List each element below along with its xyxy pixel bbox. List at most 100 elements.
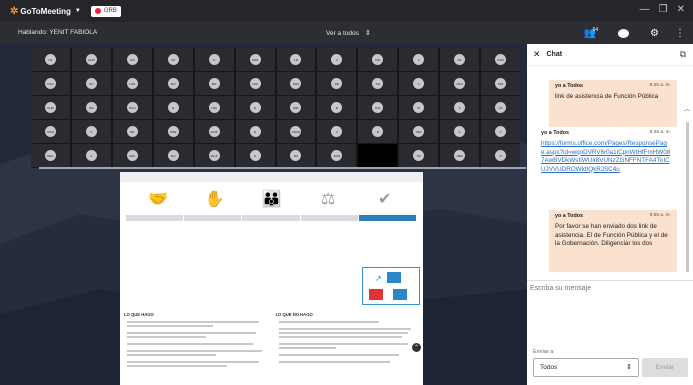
participant-tile[interactable]: F — [399, 48, 439, 71]
close-icon[interactable]: ✕ — [677, 4, 685, 15]
more-options-button[interactable]: ⋮ — [675, 28, 685, 39]
participant-tile[interactable]: DHH — [276, 72, 316, 95]
popout-icon[interactable]: ⧉ — [680, 49, 686, 60]
participant-tile[interactable]: XDCH — [276, 120, 316, 143]
attendees-button[interactable]: 👥 64 — [584, 27, 599, 39]
participant-tile[interactable]: MD — [194, 72, 234, 95]
grid-divider — [39, 167, 526, 169]
participant-tile[interactable]: DE — [317, 72, 357, 95]
participant-tile[interactable]: C — [317, 120, 357, 143]
participant-tile[interactable]: DRV — [399, 120, 439, 143]
participant-tile[interactable]: A — [71, 144, 111, 167]
participant-tile[interactable]: PGH — [112, 96, 152, 119]
participant-tile[interactable]: DRL — [112, 144, 152, 167]
participant-tile[interactable]: G — [235, 144, 275, 167]
participant-tile[interactable]: LRG — [112, 72, 152, 95]
participant-avatar: VD — [167, 54, 179, 65]
team-icon: 👪 — [261, 191, 282, 208]
participant-tile[interactable]: D — [358, 120, 398, 143]
participant-tile[interactable]: GN — [112, 48, 152, 71]
participant-tile[interactable]: LRC — [235, 72, 275, 95]
participant-tile[interactable]: G — [194, 48, 234, 71]
participant-tile[interactable]: LR — [481, 96, 521, 119]
chevron-up-icon[interactable]: ︿ — [684, 104, 690, 113]
participant-tile[interactable]: SH — [358, 72, 398, 95]
send-to-select[interactable]: Todos ⇕ — [533, 358, 639, 377]
participant-tile[interactable]: S — [440, 96, 480, 119]
arrow-icon: ↗ — [375, 274, 382, 283]
view-all-selector[interactable]: Ver a todos ⇕ — [326, 29, 371, 37]
participant-tile[interactable]: HRL — [276, 96, 316, 119]
message-input[interactable] — [527, 281, 687, 331]
participant-tile[interactable]: RN — [153, 72, 193, 95]
participant-tile[interactable]: 3A3P — [194, 120, 234, 143]
participant-tile[interactable]: E — [317, 96, 357, 119]
participant-tile[interactable]: A — [440, 120, 480, 143]
participant-tile[interactable]: HOC — [440, 72, 480, 95]
settings-button[interactable]: ⚙ — [650, 28, 659, 39]
participant-tile[interactable] — [358, 144, 398, 167]
doc-scroll-up-button[interactable]: ⌃ — [412, 343, 421, 352]
scroll-thumb[interactable] — [686, 122, 689, 272]
text-line — [127, 332, 257, 334]
participant-tile[interactable]: LR — [276, 48, 316, 71]
participant-tile[interactable]: NR — [112, 120, 152, 143]
app-menu[interactable]: ✲ GoToMeeting ▼ — [10, 6, 81, 17]
participant-tile[interactable]: E — [235, 96, 275, 119]
participant-avatar: R — [495, 150, 507, 161]
title-bar: ✲ GoToMeeting ▼ GRB — ❐ ✕ — [0, 0, 693, 22]
participant-tile[interactable]: SOD — [317, 144, 357, 167]
participant-tile[interactable]: HHN — [71, 48, 111, 71]
participant-tile[interactable]: RH — [153, 144, 193, 167]
participant-tile[interactable]: CRL — [358, 48, 398, 71]
participant-tile[interactable]: CCL — [358, 96, 398, 119]
participant-tile[interactable]: VALP — [194, 144, 234, 167]
participant-tile[interactable]: HSM — [31, 120, 70, 143]
participant-tile[interactable]: HBD — [440, 144, 480, 167]
participant-avatar: E — [249, 102, 261, 113]
participant-tile[interactable]: CIL — [440, 48, 480, 71]
participant-tile[interactable]: DEIL — [31, 144, 70, 167]
text-line — [127, 354, 216, 356]
participant-tile[interactable]: IP — [399, 96, 439, 119]
participant-tile[interactable]: FUHI — [481, 48, 521, 71]
text-line — [127, 365, 228, 367]
participant-tile[interactable]: A — [399, 72, 439, 95]
participant-tile[interactable]: MG — [71, 96, 111, 119]
participant-avatar: GN — [126, 54, 138, 65]
participant-tile[interactable]: PJR — [481, 72, 521, 95]
participant-tile[interactable]: TCI — [399, 144, 439, 167]
diagram-box-icon — [393, 289, 407, 300]
participant-tile[interactable]: CHR — [31, 96, 70, 119]
participant-avatar: PGH — [126, 102, 138, 113]
participant-avatar: HSM — [44, 126, 56, 137]
participant-tile[interactable]: C — [71, 120, 111, 143]
participant-tile[interactable]: NL — [31, 48, 70, 71]
window-controls: — ❐ ✕ — [640, 4, 685, 15]
participant-tile[interactable]: RC — [276, 144, 316, 167]
participant-avatar: RN — [167, 78, 179, 89]
send-to-label: Enviar a — [533, 349, 554, 355]
message-link[interactable]: https://forms.office.com/Pages/ResponseP… — [541, 140, 671, 174]
participant-tile[interactable]: PGH — [31, 72, 70, 95]
participant-tile[interactable]: MSE — [153, 120, 193, 143]
restore-icon[interactable]: ❐ — [659, 4, 668, 15]
participant-tile[interactable]: E — [235, 120, 275, 143]
participant-tile[interactable]: LBA — [194, 96, 234, 119]
app-logo-text: GoToMeeting — [20, 6, 71, 16]
minimize-icon[interactable]: — — [640, 4, 650, 15]
participant-tile[interactable]: R — [481, 144, 521, 167]
send-button[interactable]: Enviar — [642, 358, 688, 377]
chat-toggle-button[interactable] — [612, 25, 635, 41]
participant-tile[interactable]: HRN — [235, 48, 275, 71]
chat-scrollbar[interactable]: ︿ ﹀ — [684, 82, 691, 280]
close-chat-icon[interactable]: ✕ — [533, 49, 541, 60]
participant-avatar: IP — [413, 102, 425, 113]
text-line — [278, 347, 336, 349]
participant-tile[interactable]: SC — [71, 72, 111, 95]
participant-tile[interactable]: E — [153, 96, 193, 119]
participant-tile[interactable]: C — [317, 48, 357, 71]
participant-tile[interactable]: C — [481, 120, 521, 143]
participant-tile[interactable]: VD — [153, 48, 193, 71]
record-button[interactable]: GRB — [90, 5, 121, 17]
